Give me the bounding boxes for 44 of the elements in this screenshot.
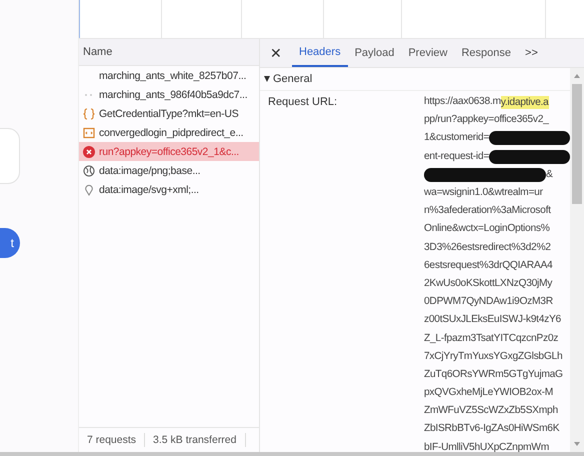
- url-text: 1&customerid=: [424, 131, 490, 146]
- request-row[interactable]: convergedlogin_pidpredirect_e...: [79, 123, 259, 142]
- url-text: ZmWFuVZ5ScWZxZb5SXmph: [424, 404, 558, 418]
- more-tabs-button[interactable]: >>: [518, 39, 545, 67]
- tab[interactable]: Response: [454, 39, 518, 67]
- url-text: pxQVGxheMjLeYWIOB2ox-M: [424, 386, 554, 400]
- field-label: Request URL:: [268, 95, 338, 110]
- request-row[interactable]: data:image/svg+xml;...: [79, 180, 259, 199]
- url-text: 7xCjYryTmYuxsYGxgZGlsbGLh: [424, 350, 562, 364]
- url-text: wa=wsignin1.0&wtrealm=ur: [424, 186, 543, 200]
- error-icon: [83, 146, 95, 158]
- request-row[interactable]: GetCredentialType?mkt=en-US: [79, 104, 259, 123]
- url-text: pp/run?appkey=office365v2_: [424, 113, 549, 128]
- json-icon: [83, 108, 95, 120]
- section-header[interactable]: General: [260, 68, 570, 91]
- url-text: ZbISRbBTv6-IgZAs0HiWSm6K: [424, 422, 560, 436]
- tab[interactable]: Headers: [292, 39, 348, 67]
- status-text: 7 requests: [79, 433, 146, 447]
- request-row[interactable]: data:image/png;base...: [79, 161, 259, 180]
- url-text: ZuTq6ORsYWRm5GTgYujmaG: [424, 368, 563, 382]
- tab[interactable]: Payload: [348, 39, 402, 67]
- url-text: bIF-UmlliV5hUXpCZnpmWm: [424, 440, 549, 452]
- tab[interactable]: Preview: [401, 39, 454, 67]
- url-text: 6estsrequest%3drQQIARAA4: [424, 258, 552, 273]
- url-text: z00tSUxJLEksEuISWJ-k9t4zY6: [424, 313, 561, 328]
- url-text: 3D3%26estsredirect%3d2%2: [424, 240, 551, 255]
- request-row[interactable]: marching_ants_986f40b5a9dc7...: [79, 85, 259, 104]
- globe-icon: [83, 164, 95, 176]
- column-header[interactable]: Name: [79, 39, 259, 66]
- url-text: ent-request-id=: [424, 150, 490, 164]
- next-button[interactable]: t: [0, 228, 20, 258]
- url-text: n%3afederation%3aMicrosoft: [424, 204, 551, 218]
- url-text: &: [546, 168, 553, 182]
- close-button[interactable]: ✕: [260, 39, 292, 67]
- url-text: https://aax0638.m: [424, 95, 501, 110]
- pin-icon: [83, 184, 95, 196]
- request-row[interactable]: marching_ants_white_8257b07...: [79, 66, 259, 85]
- status-text: 3.5 kB transferred: [145, 433, 246, 447]
- url-text: 0DPWM7QyNDAw1i9OzM3R: [424, 295, 553, 310]
- document-icon: [83, 126, 95, 138]
- url-text: Z_L-fpazm3TsatYITCqzcnPz0z: [424, 332, 558, 346]
- scrollbar[interactable]: [570, 68, 584, 452]
- url-text: Online&wctx=LoginOptions%: [424, 222, 550, 236]
- url-text: 2KwUs0oKSkottLXNzQ30jMy: [424, 276, 552, 291]
